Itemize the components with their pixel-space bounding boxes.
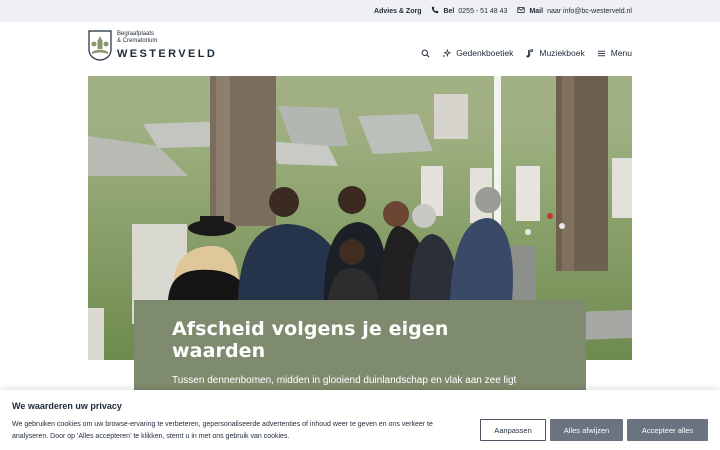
logo-line2: & Crematorium	[117, 38, 158, 44]
cookie-text: We gebruiken cookies om uw browse-ervari…	[12, 421, 433, 440]
top-bar: Advies & Zorg Bel 0255 - 51 48 43 Mail n…	[0, 0, 720, 22]
logo-line1: Begraafplaats	[117, 31, 155, 37]
nav-label-menu: Menu	[610, 48, 632, 58]
cookie-title: We waarderen uw privacy	[12, 401, 122, 411]
advice-link[interactable]: Advies & Zorg	[374, 8, 421, 15]
mail-link[interactable]: Mail naar info@bc-westerveld.nl	[517, 6, 632, 16]
search-icon	[421, 49, 430, 57]
phone-icon	[431, 6, 439, 16]
logo[interactable]: Begraafplaats & Crematorium WESTERVELD	[88, 30, 217, 61]
nav-item-muziekboek[interactable]: Muziekboek	[525, 48, 585, 58]
mail-text: naar info@bc-westerveld.nl	[547, 7, 632, 15]
logo-text: Begraafplaats & Crematorium WESTERVELD	[117, 31, 217, 60]
site-header: Begraafplaats & Crematorium WESTERVELD G…	[0, 22, 720, 76]
advice-label[interactable]: Advies & Zorg	[374, 8, 421, 15]
nav-item-menu[interactable]: Menu	[597, 48, 632, 58]
main-nav: Gedenkboetiek Muziekboek Menu	[421, 48, 632, 58]
hamburger-icon	[597, 50, 605, 56]
accept-all-button[interactable]: Accepteer alles	[627, 419, 708, 441]
hero-card: Afscheid volgens je eigen waarden Tussen…	[134, 300, 586, 401]
nav-item-gedenkboetiek[interactable]: Gedenkboetiek	[442, 48, 513, 58]
logo-crest-icon	[88, 30, 112, 61]
sparkles-icon	[442, 48, 452, 57]
music-note-icon	[526, 48, 534, 57]
hero-title: Afscheid volgens je eigen waarden	[172, 318, 449, 362]
customize-cookies-button[interactable]: Aanpassen	[480, 419, 546, 441]
search-button[interactable]	[421, 49, 430, 58]
nav-label-gedenkboetiek: Gedenkboetiek	[456, 48, 514, 58]
call-label: Bel	[443, 7, 455, 15]
nav-label-muziekboek: Muziekboek	[539, 48, 585, 58]
mail-label: Mail	[529, 7, 544, 15]
reject-all-button[interactable]: Alles afwijzen	[550, 419, 623, 441]
mail-icon	[517, 6, 526, 16]
logo-name: WESTERVELD	[117, 48, 218, 60]
call-number: 0255 - 51 48 43	[458, 7, 508, 15]
call-link[interactable]: Bel 0255 - 51 48 43	[431, 6, 507, 16]
